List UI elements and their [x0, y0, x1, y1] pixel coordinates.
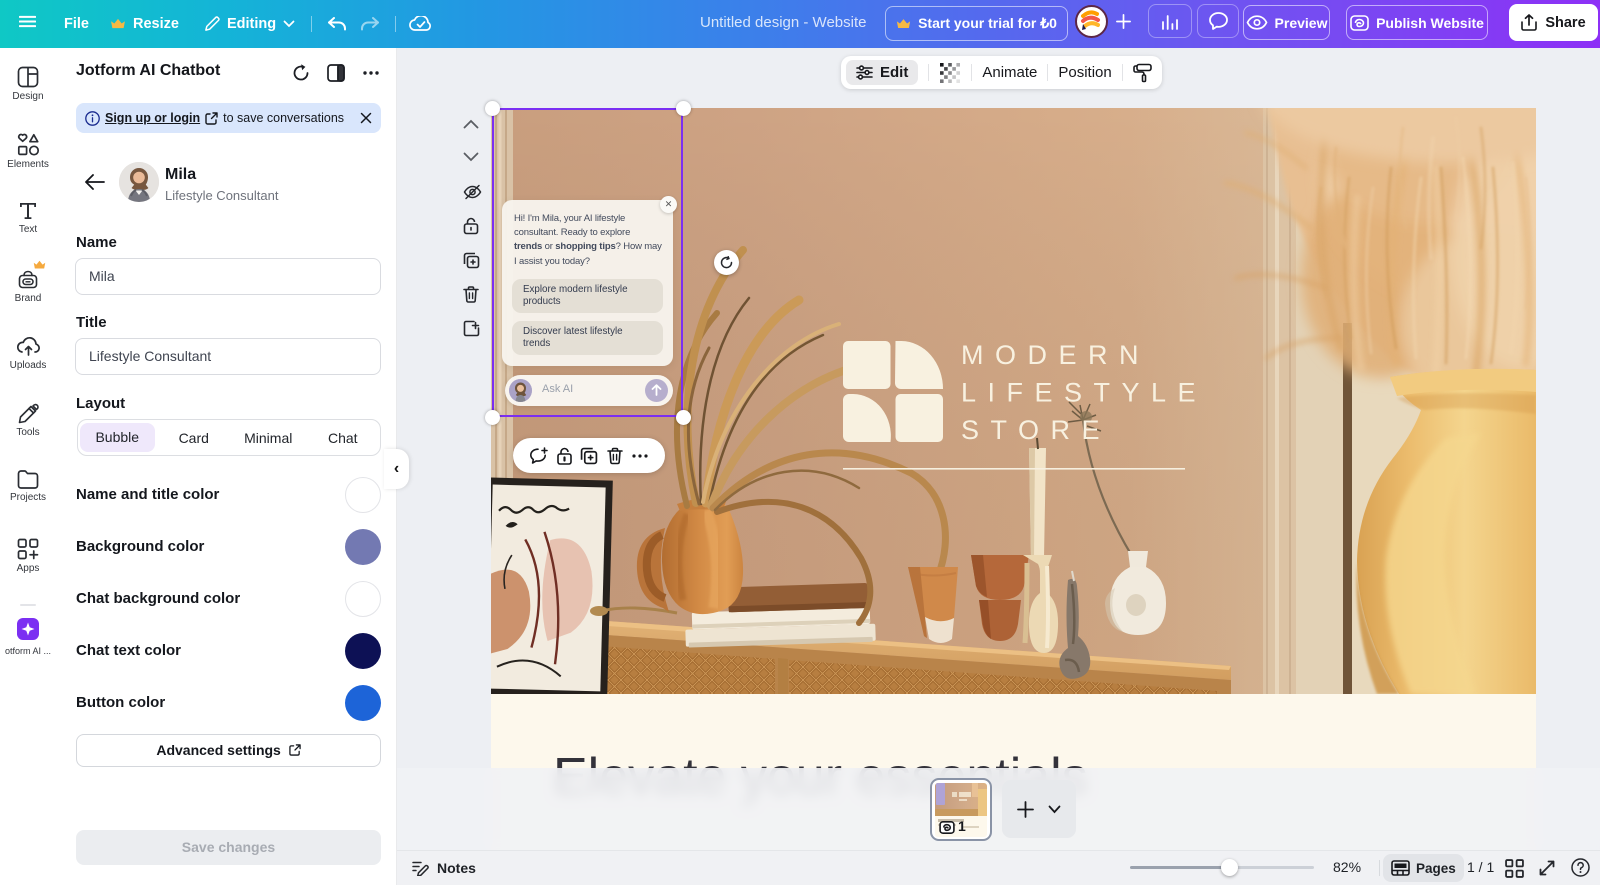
svg-text:STORE: STORE	[961, 415, 1111, 445]
svg-text:LIFESTYLE: LIFESTYLE	[961, 378, 1207, 408]
svg-text:MODERN: MODERN	[961, 340, 1150, 370]
